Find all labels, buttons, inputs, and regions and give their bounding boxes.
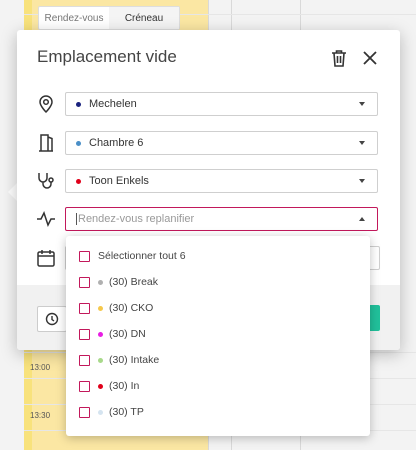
option-checkbox[interactable] [79, 380, 90, 392]
door-icon [36, 133, 56, 153]
chevron-down-icon [359, 102, 365, 106]
trash-icon[interactable] [328, 47, 350, 69]
option-label: (30) Intake [109, 354, 160, 366]
option-color-dot [98, 383, 103, 389]
option-checkbox[interactable] [79, 406, 90, 418]
location-value: Mechelen [89, 98, 137, 110]
tab-slot[interactable]: Créneau [109, 7, 179, 29]
option-checkbox[interactable] [79, 276, 90, 288]
view-tabs: Rendez-vous Créneau [38, 6, 180, 30]
select-all-option[interactable]: Sélectionner tout 6 [79, 247, 186, 265]
option-color-dot [98, 305, 103, 311]
activity-pulse-icon [36, 209, 56, 229]
dropdown-option[interactable]: (30) In [79, 377, 139, 395]
option-checkbox[interactable] [79, 328, 90, 340]
appointment-type-dropdown: Sélectionner tout 6 (30) Break (30) CKO … [66, 236, 370, 436]
option-color-dot [98, 279, 103, 285]
option-label: (30) In [109, 380, 140, 392]
location-pin-icon [36, 94, 56, 114]
dropdown-option[interactable]: (30) CKO [79, 299, 153, 317]
dropdown-option[interactable]: (30) DN [79, 325, 146, 343]
practitioner-value: Toon Enkels [89, 175, 149, 187]
time-button[interactable] [37, 306, 67, 332]
close-icon[interactable] [359, 47, 381, 69]
clock-icon [45, 312, 59, 326]
room-color-dot [76, 140, 81, 146]
option-color-dot [98, 357, 103, 363]
chevron-up-icon [359, 217, 365, 221]
option-label: (30) TP [109, 406, 144, 418]
appointment-type-select[interactable]: Rendez-vous replanifier [65, 207, 378, 231]
location-select[interactable]: Mechelen [65, 92, 378, 116]
option-checkbox[interactable] [79, 302, 90, 314]
option-color-dot [98, 409, 103, 415]
practitioner-color-dot [76, 178, 81, 184]
option-color-dot [98, 331, 103, 337]
calendar-icon [36, 248, 56, 268]
option-label: (30) Break [109, 276, 159, 288]
time-label: 13:30 [30, 411, 51, 420]
select-all-checkbox[interactable] [79, 250, 90, 262]
practitioner-select[interactable]: Toon Enkels [65, 169, 378, 193]
dialog-title: Emplacement vide [37, 47, 177, 66]
time-label: 13:00 [30, 363, 51, 372]
chevron-down-icon [359, 179, 365, 183]
confirm-button[interactable] [370, 305, 380, 331]
option-label: (30) CKO [109, 302, 154, 314]
dropdown-option[interactable]: (30) TP [79, 403, 144, 421]
stethoscope-icon [36, 171, 56, 191]
option-label: (30) DN [109, 328, 146, 340]
appointment-type-placeholder: Rendez-vous replanifier [76, 213, 195, 225]
select-all-label: Sélectionner tout 6 [98, 250, 186, 262]
tab-appointments[interactable]: Rendez-vous [39, 7, 109, 29]
dropdown-option[interactable]: (30) Break [79, 273, 158, 291]
dropdown-option[interactable]: (30) Intake [79, 351, 159, 369]
room-value: Chambre 6 [89, 137, 144, 149]
room-select[interactable]: Chambre 6 [65, 131, 378, 155]
option-checkbox[interactable] [79, 354, 90, 366]
chevron-down-icon [359, 141, 365, 145]
location-color-dot [76, 101, 81, 107]
